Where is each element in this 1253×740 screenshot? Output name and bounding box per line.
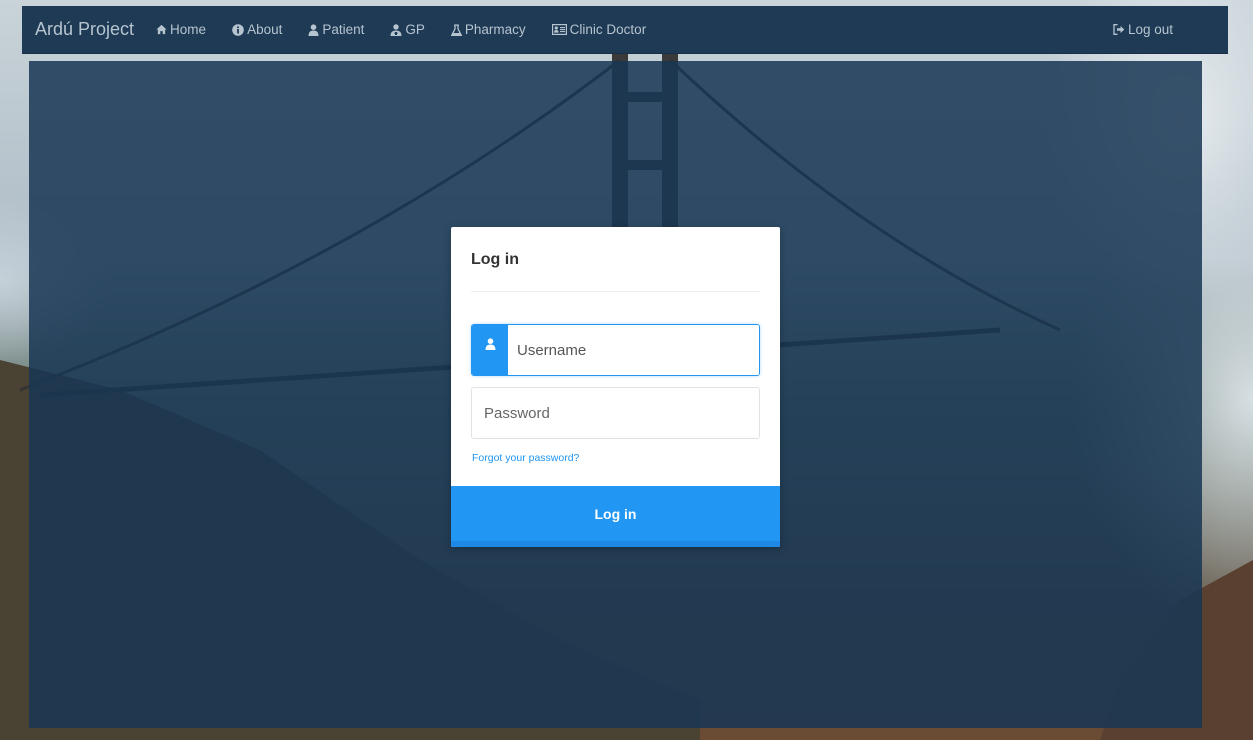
login-card: Log in Forgot your password? Log in: [451, 227, 780, 547]
info-icon: [232, 23, 244, 36]
login-title: Log in: [471, 251, 519, 268]
username-addon: [472, 325, 508, 375]
nav-about[interactable]: About: [232, 22, 282, 37]
user-icon: [485, 337, 496, 355]
nav-about-label: About: [247, 22, 283, 37]
id-card-icon: [551, 24, 567, 35]
nav-pharmacy-label: Pharmacy: [464, 22, 526, 37]
doctor-icon: [390, 23, 402, 36]
nav-clinic-doctor[interactable]: Clinic Doctor: [551, 22, 647, 37]
nav-pharmacy[interactable]: Pharmacy: [450, 22, 526, 37]
nav-clinic-doctor-label: Clinic Doctor: [569, 22, 647, 37]
home-icon: [156, 24, 167, 35]
username-group: [471, 324, 760, 376]
forgot-password-link[interactable]: Forgot your password?: [472, 452, 579, 464]
nav-patient[interactable]: Patient: [308, 22, 364, 37]
logout-icon: [1113, 24, 1125, 35]
logout-label: Log out: [1127, 22, 1173, 37]
logout-link[interactable]: Log out: [1113, 22, 1173, 37]
nav-home-label: Home: [170, 22, 207, 37]
user-icon: [308, 23, 319, 36]
top-navbar: Ardú Project Home About Patient GP Pharm…: [22, 6, 1228, 54]
nav-gp-label: GP: [405, 22, 425, 37]
password-input[interactable]: [471, 387, 760, 439]
title-divider: [471, 291, 760, 292]
nav-gp[interactable]: GP: [390, 22, 425, 37]
username-input[interactable]: [508, 325, 759, 375]
login-button[interactable]: Log in: [451, 486, 780, 547]
nav-home[interactable]: Home: [156, 22, 206, 37]
nav-patient-label: Patient: [322, 22, 365, 37]
flask-icon: [450, 24, 462, 36]
brand-link[interactable]: Ardú Project: [35, 19, 134, 40]
